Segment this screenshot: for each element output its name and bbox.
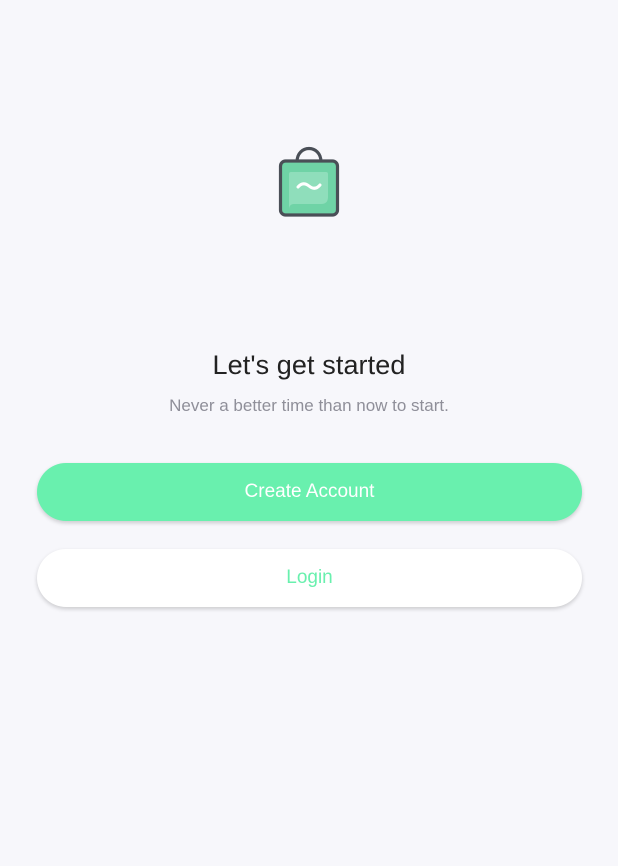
create-account-button[interactable]: Create Account	[37, 463, 582, 521]
page-title: Let's get started	[212, 350, 406, 380]
shopping-bag-icon	[278, 146, 340, 217]
welcome-screen: Let's get started Never a better time th…	[0, 0, 618, 866]
login-button[interactable]: Login	[37, 549, 582, 607]
app-logo	[278, 138, 340, 218]
page-subtitle: Never a better time than now to start.	[169, 396, 449, 415]
